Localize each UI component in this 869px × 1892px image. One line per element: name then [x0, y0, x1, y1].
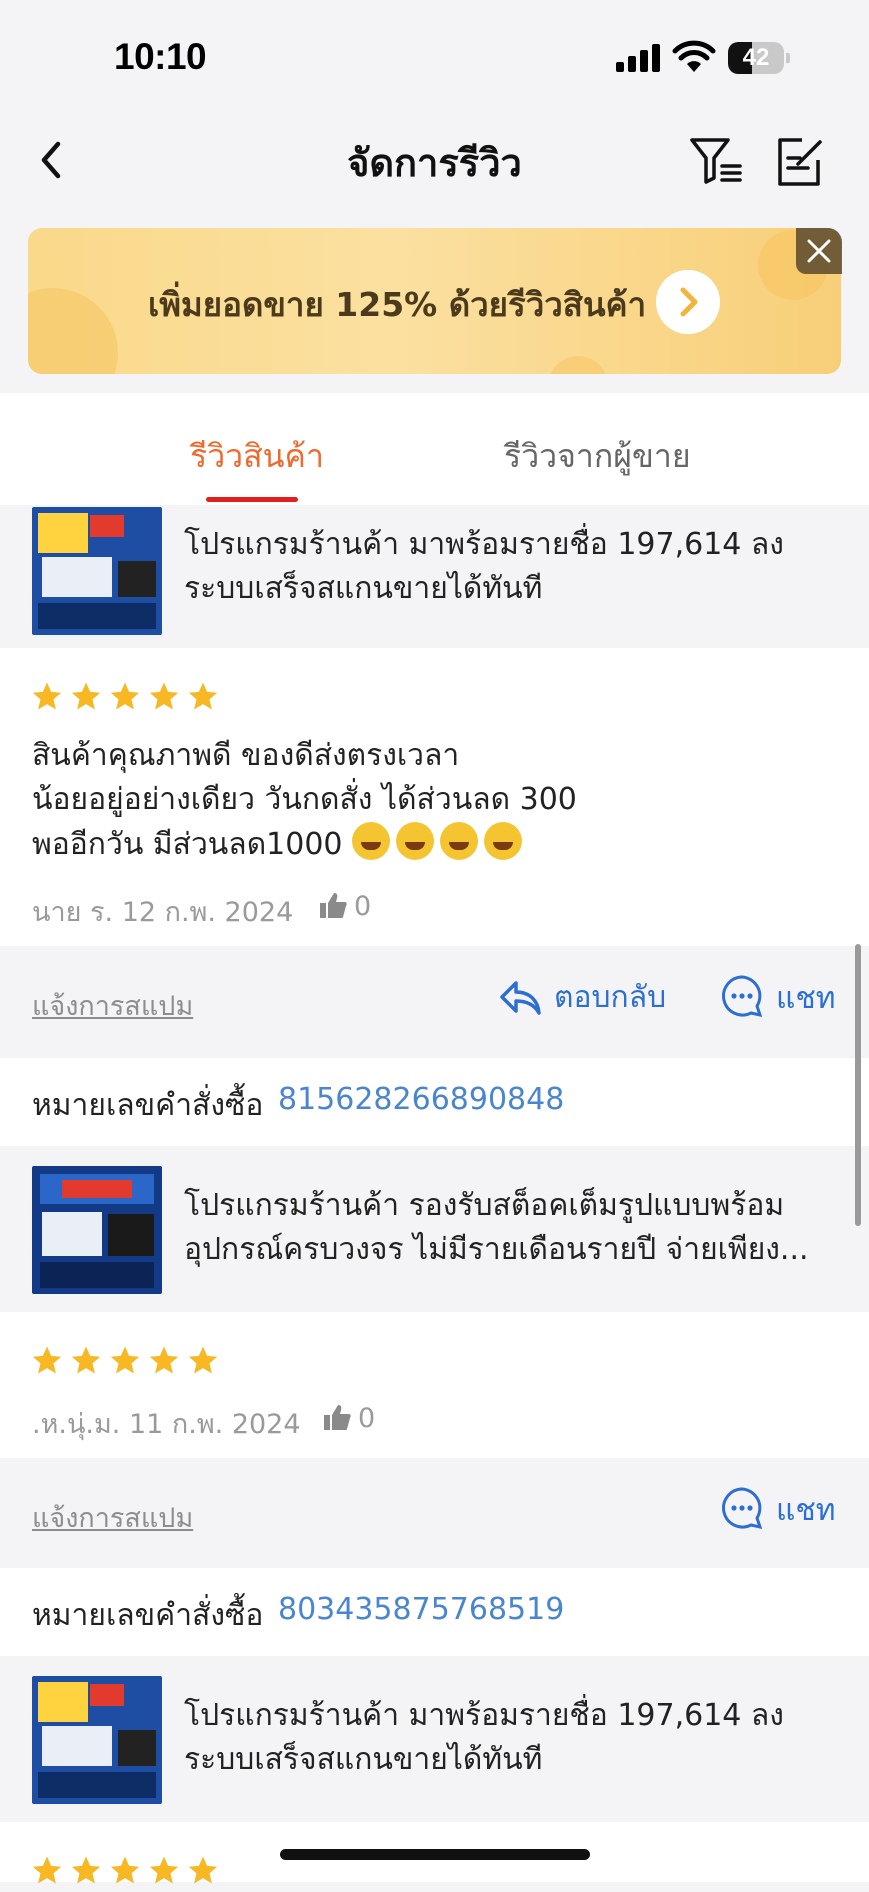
review-card: .ห.นุ่.ม. 11 ก.พ. 2024 0 [0, 1312, 869, 1458]
review-text: สินค้าคุณภาพดี ของดีส่งตรงเวลา น้อยอยู่อ… [32, 734, 832, 867]
order-number-row: หมายเลขคำสั่งซื้อ 815628266890848 [0, 1058, 869, 1146]
laughing-emoji-icon [352, 822, 391, 860]
review-actions: แจ้งการสแปม ตอบกลับ แชท [0, 946, 869, 1056]
star-rating [30, 680, 225, 714]
star-icon [110, 682, 140, 710]
star-icon [188, 1346, 218, 1374]
order-number[interactable]: 803435875768519 [278, 1592, 564, 1627]
chat-label: แชท [776, 1493, 836, 1528]
product-row[interactable]: โปรแกรมร้านค้า มาพร้อมรายชื่อ 197,614 ลง… [0, 1656, 869, 1822]
product-thumbnail [32, 1676, 162, 1804]
star-icon [32, 1346, 62, 1374]
star-icon [71, 682, 101, 710]
active-tab-indicator [206, 497, 298, 502]
tab-seller-reviews[interactable]: รีวิวจากผู้ขาย [504, 431, 691, 482]
review-meta: .ห.นุ่.ม. 11 ก.พ. 2024 [32, 1402, 301, 1445]
star-icon [149, 1346, 179, 1374]
star-icon [32, 682, 62, 710]
scrollbar[interactable] [855, 944, 861, 1226]
reviewer-name: .ห.นุ่.ม. [32, 1409, 121, 1440]
report-spam-link[interactable]: แจ้งการสแปม [32, 1496, 193, 1539]
thumbs-up-icon [320, 893, 347, 918]
star-icon [71, 1856, 101, 1884]
edit-note-icon[interactable] [772, 134, 828, 190]
order-number[interactable]: 815628266890848 [278, 1082, 564, 1117]
laughing-emoji-icon [440, 822, 479, 860]
like-button[interactable]: 0 [318, 890, 371, 922]
star-icon [149, 682, 179, 710]
review-date: 12 ก.พ. 2024 [121, 897, 294, 928]
laughing-emoji-icon [396, 822, 435, 860]
order-number-row: หมายเลขคำสั่งซื้อ 803435875768519 [0, 1568, 869, 1656]
cellular-signal-icon [616, 44, 662, 72]
star-icon [110, 1856, 140, 1884]
status-time: 10:10 [114, 36, 207, 77]
like-count: 0 [354, 891, 372, 922]
order-number-label: หมายเลขคำสั่งซื้อ [32, 1088, 264, 1123]
product-row[interactable]: โปรแกรมร้านค้า มาพร้อมรายชื่อ 197,614 ลง… [0, 505, 869, 648]
product-row[interactable]: โปรแกรมร้านค้า รองรับสต็อคเต็มรูปแบบพร้อ… [0, 1146, 869, 1312]
wifi-icon [672, 40, 716, 72]
product-thumbnail [32, 1166, 162, 1294]
chat-button[interactable]: แชท [720, 1486, 835, 1538]
chat-bubble-icon [722, 1487, 763, 1530]
reply-label: ตอบกลับ [554, 980, 667, 1015]
review-date: 11 ก.พ. 2024 [128, 1409, 301, 1440]
filter-icon[interactable] [688, 134, 746, 190]
banner-text: เพิ่มยอดขาย 125% ด้วยรีวิวสินค้า [148, 285, 647, 324]
product-name: โปรแกรมร้านค้า มาพร้อมรายชื่อ 197,614 ลง… [184, 527, 784, 606]
chat-label: แชท [776, 981, 836, 1016]
laughing-emoji-group [352, 822, 528, 862]
tab-bar: รีวิวสินค้า รีวิวจากผู้ขาย [0, 393, 869, 505]
product-name: โปรแกรมร้านค้า มาพร้อมรายชื่อ 197,614 ลง… [184, 1698, 784, 1777]
chat-button[interactable]: แชท [720, 974, 835, 1026]
star-icon [32, 1856, 62, 1884]
like-count: 0 [358, 1403, 376, 1434]
like-button[interactable]: 0 [322, 1402, 375, 1434]
review-line: สินค้าคุณภาพดี ของดีส่งตรงเวลา [32, 738, 460, 773]
star-icon [110, 1346, 140, 1374]
battery-icon: 42 [728, 42, 790, 74]
order-number-label: หมายเลขคำสั่งซื้อ [32, 1598, 264, 1633]
review-meta: นาย ร. 12 ก.พ. 2024 [32, 890, 293, 933]
reply-button[interactable]: ตอบกลับ [498, 974, 666, 1026]
review-card: สินค้าคุณภาพดี ของดีส่งตรงเวลา น้อยอยู่อ… [0, 648, 869, 946]
review-line: น้อยอยู่อย่างเดียว วันกดสั่ง ได้ส่วนลด 3… [32, 782, 577, 817]
close-icon[interactable] [796, 228, 842, 274]
promo-banner[interactable]: เพิ่มยอดขาย 125% ด้วยรีวิวสินค้า [28, 228, 841, 374]
product-name: โปรแกรมร้านค้า รองรับสต็อคเต็มรูปแบบพร้อ… [184, 1188, 809, 1267]
star-icon [149, 1856, 179, 1884]
tab-product-reviews[interactable]: รีวิวสินค้า [190, 431, 324, 482]
reply-icon [500, 981, 541, 1015]
review-actions: แจ้งการสแปม แชท [0, 1458, 869, 1568]
star-rating [30, 1854, 225, 1888]
home-indicator[interactable] [280, 1849, 590, 1860]
reviewer-name: นาย ร. [32, 897, 114, 928]
star-icon [188, 682, 218, 710]
report-spam-link[interactable]: แจ้งการสแปม [32, 984, 193, 1027]
star-icon [71, 1346, 101, 1374]
star-icon [188, 1856, 218, 1884]
thumbs-up-icon [324, 1405, 351, 1430]
chat-bubble-icon [722, 975, 763, 1018]
product-thumbnail [32, 507, 162, 635]
nav-bar: จัดการรีวิว [0, 110, 869, 220]
chevron-right-icon[interactable] [656, 270, 720, 334]
star-rating [30, 1344, 225, 1378]
status-bar: 10:10 42 [0, 0, 869, 110]
battery-percent: 42 [742, 44, 770, 71]
review-line: พออีกวัน มีส่วนลด1000 [32, 827, 343, 862]
laughing-emoji-icon [484, 822, 523, 860]
